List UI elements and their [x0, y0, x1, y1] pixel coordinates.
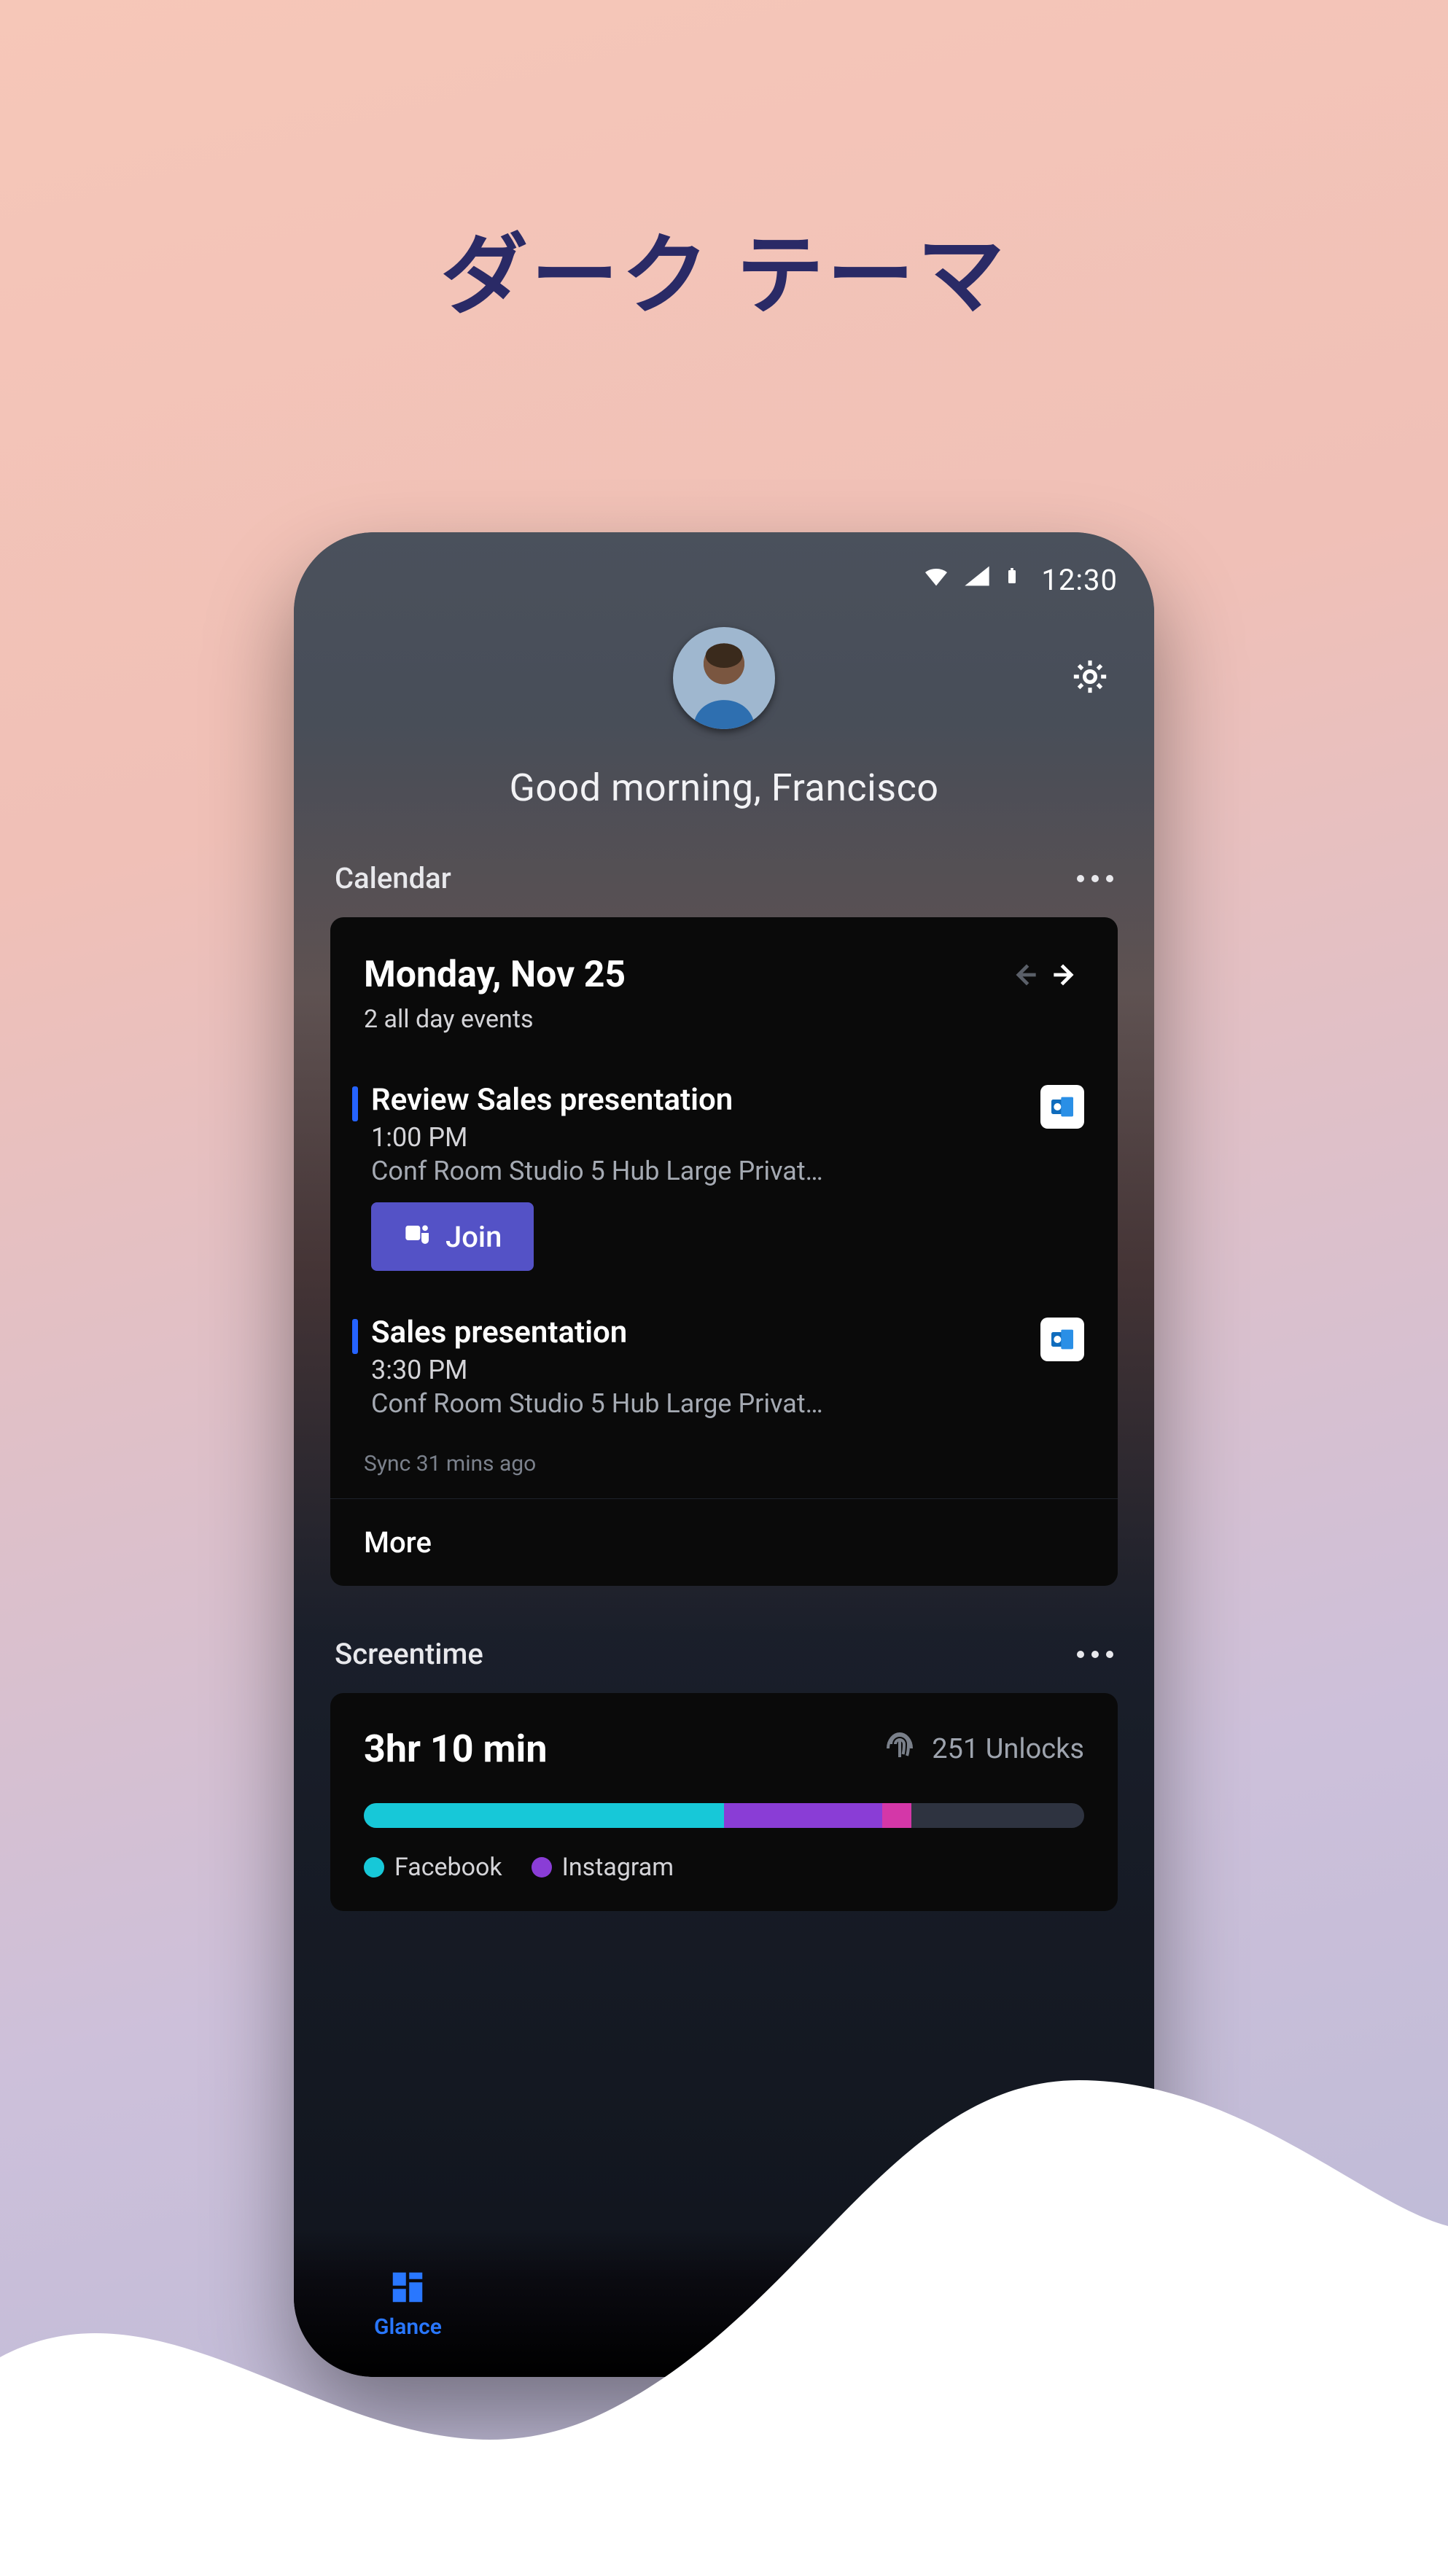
cellular-icon [962, 561, 992, 598]
event-title: Review Sales presentation [371, 1082, 1084, 1118]
phone-frame: 12:30 Good morning, Francisco [294, 532, 1154, 2377]
event-location: Conf Room Studio 5 Hub Large Privat… [371, 1156, 998, 1186]
status-bar: 12:30 [330, 532, 1118, 598]
screentime-bar-segment [364, 1803, 724, 1828]
legend-label: Facebook [394, 1853, 502, 1882]
wifi-icon [922, 561, 951, 598]
calendar-next-button[interactable] [1045, 955, 1084, 995]
legend-dot [532, 1857, 552, 1877]
battery-icon [1003, 561, 1021, 598]
bottom-nav: Glance [294, 2231, 1154, 2377]
teams-icon [403, 1218, 432, 1255]
fingerprint-icon [882, 1728, 917, 1770]
outlook-icon [1040, 1318, 1084, 1361]
nav-glance[interactable]: Glance [374, 2268, 442, 2377]
screentime-more-icon[interactable] [1077, 1651, 1113, 1658]
screentime-card: 3hr 10 min 251 Unlocks [330, 1693, 1118, 1911]
marketing-headline: ダーク テーマ [0, 204, 1448, 331]
screentime-legend: Facebook Instagram [364, 1853, 1084, 1882]
calendar-prev-button[interactable] [1005, 955, 1045, 995]
avatar[interactable] [673, 627, 775, 729]
legend-item: Facebook [364, 1853, 502, 1882]
legend-label: Instagram [562, 1853, 674, 1882]
event-time: 3:30 PM [371, 1355, 1084, 1385]
outlook-icon [1040, 1085, 1084, 1129]
event-location: Conf Room Studio 5 Hub Large Privat… [371, 1388, 998, 1419]
settings-button[interactable] [1070, 656, 1110, 697]
calendar-event[interactable]: Review Sales presentation 1:00 PM Conf R… [330, 1060, 1118, 1293]
join-button-label: Join [445, 1220, 502, 1254]
calendar-more-link[interactable]: More [364, 1525, 1084, 1560]
screentime-bar-segment [724, 1803, 882, 1828]
calendar-date: Monday, Nov 25 [364, 954, 1005, 996]
screentime-unlocks: 251 Unlocks [882, 1728, 1084, 1770]
screentime-bar-segment [882, 1803, 911, 1828]
greeting-text: Good morning, Francisco [330, 766, 1118, 810]
join-button[interactable]: Join [371, 1202, 534, 1271]
calendar-more-icon[interactable] [1077, 875, 1113, 882]
screentime-bar [364, 1803, 1084, 1828]
calendar-sync-status: Sync 31 mins ago [330, 1441, 1118, 1498]
legend-item: Instagram [532, 1853, 674, 1882]
screentime-unlocks-label: 251 Unlocks [932, 1733, 1084, 1765]
nav-glance-label: Glance [374, 2314, 442, 2340]
status-time: 12:30 [1041, 563, 1118, 597]
calendar-card: Monday, Nov 25 2 all day events Review S… [330, 917, 1118, 1586]
calendar-allday-summary: 2 all day events [330, 996, 1118, 1060]
screentime-total: 3hr 10 min [364, 1727, 882, 1771]
event-title: Sales presentation [371, 1315, 1084, 1350]
glance-icon [388, 2268, 427, 2310]
calendar-section-title: Calendar [335, 861, 451, 895]
screentime-section-title: Screentime [335, 1637, 483, 1671]
event-time: 1:00 PM [371, 1122, 1084, 1153]
calendar-event[interactable]: Sales presentation 3:30 PM Conf Room Stu… [330, 1293, 1118, 1441]
legend-dot [364, 1857, 384, 1877]
